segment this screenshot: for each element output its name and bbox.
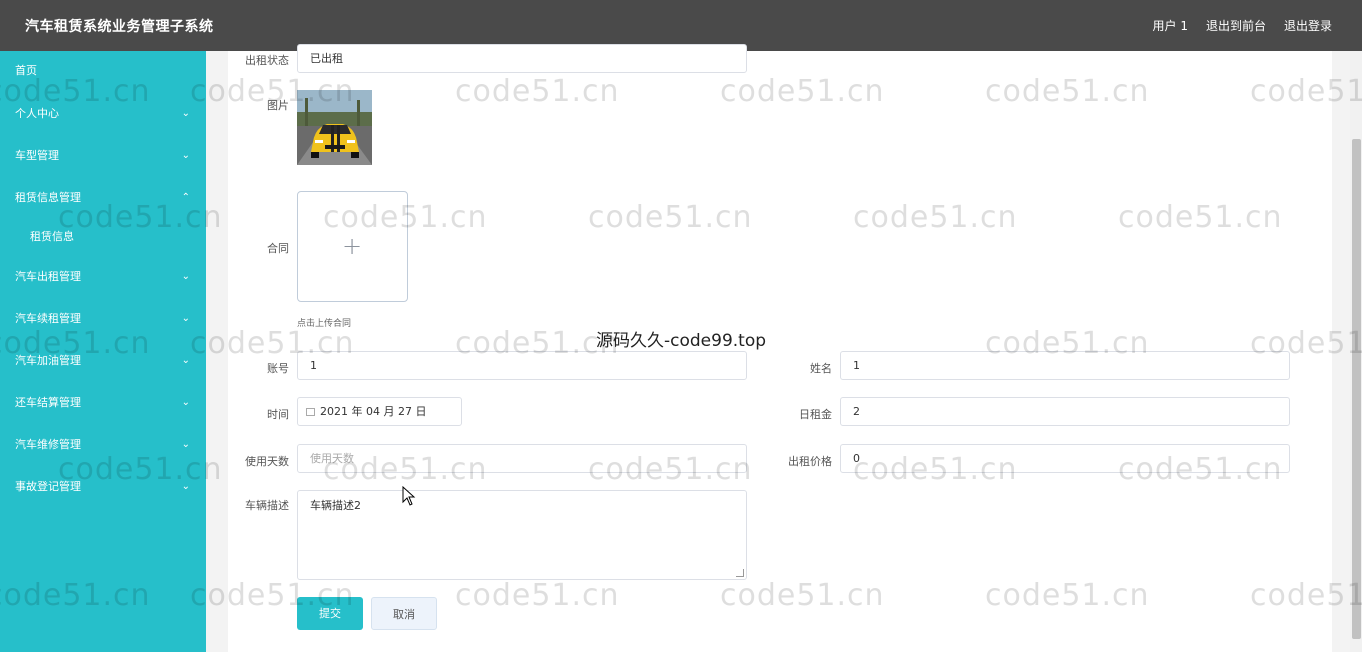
status-label: 出租状态 <box>245 54 289 67</box>
car-image <box>297 90 372 165</box>
upload-tip: 点击上传合同 <box>297 319 352 329</box>
sidebar-item-rental-info-mgmt[interactable]: 租赁信息管理 ⌃ <box>0 188 206 208</box>
exit-to-frontend-link[interactable]: 退出到前台 <box>1206 17 1266 34</box>
sidebar-item-refuel[interactable]: 汽车加油管理 ⌄ <box>0 351 206 371</box>
name-field[interactable]: 1 <box>840 351 1290 380</box>
sidebar-item-label: 车型管理 <box>15 149 59 162</box>
sidebar-item-label: 事故登记管理 <box>15 480 81 493</box>
sidebar-item-repair[interactable]: 汽车维修管理 ⌄ <box>0 435 206 455</box>
mouse-cursor-icon <box>402 486 416 506</box>
sidebar-item-car-rental[interactable]: 汽车出租管理 ⌄ <box>0 267 206 287</box>
chevron-down-icon: ⌄ <box>181 397 190 408</box>
image-label: 图片 <box>267 99 289 112</box>
desc-label: 车辆描述 <box>245 499 289 512</box>
sidebar-item-label: 租赁信息管理 <box>15 191 81 204</box>
resize-handle-icon[interactable] <box>736 569 744 577</box>
chevron-down-icon: ⌄ <box>181 355 190 366</box>
sidebar-item-label: 首页 <box>15 64 37 77</box>
sidebar-item-home[interactable]: 首页 <box>0 61 206 81</box>
sidebar-item-label: 汽车维修管理 <box>15 438 81 451</box>
sidebar-item-return-settlement[interactable]: 还车结算管理 ⌄ <box>0 393 206 413</box>
desc-textarea[interactable]: 车辆描述2 <box>297 490 747 580</box>
name-label: 姓名 <box>810 362 832 375</box>
days-label: 使用天数 <box>245 455 289 468</box>
sidebar-item-accident[interactable]: 事故登记管理 ⌄ <box>0 477 206 497</box>
price-label: 出租价格 <box>788 455 832 468</box>
time-label: 时间 <box>267 408 289 421</box>
contract-label: 合同 <box>267 242 289 255</box>
price-field[interactable]: 0 <box>840 444 1290 473</box>
vertical-scrollbar[interactable] <box>1350 51 1362 652</box>
sidebar-item-rental-info[interactable]: 租赁信息 <box>0 227 206 247</box>
chevron-down-icon: ⌄ <box>181 313 190 324</box>
days-input[interactable]: 使用天数 <box>297 444 747 473</box>
logout-link[interactable]: 退出登录 <box>1284 17 1332 34</box>
contract-upload[interactable]: + <box>297 191 408 302</box>
scrollbar-thumb[interactable] <box>1352 139 1361 639</box>
submit-button[interactable]: 提交 <box>297 597 363 630</box>
sidebar-item-label: 租赁信息 <box>30 230 74 243</box>
chevron-down-icon: ⌄ <box>181 108 190 119</box>
account-label: 账号 <box>267 362 289 375</box>
calendar-icon <box>306 408 315 416</box>
status-field[interactable]: 已出租 <box>297 44 747 73</box>
plus-icon: + <box>342 232 363 260</box>
app-title: 汽车租赁系统业务管理子系统 <box>25 19 214 35</box>
chevron-down-icon: ⌄ <box>181 150 190 161</box>
account-field[interactable]: 1 <box>297 351 747 380</box>
header-nav: 用户 1 退出到前台 退出登录 <box>1153 17 1332 34</box>
sidebar-item-rental-renewal[interactable]: 汽车续租管理 ⌄ <box>0 309 206 329</box>
daily-rent-label: 日租金 <box>799 408 832 421</box>
sidebar-item-label: 汽车加油管理 <box>15 354 81 367</box>
chevron-down-icon: ⌄ <box>181 439 190 450</box>
sidebar-item-personal-center[interactable]: 个人中心 ⌄ <box>0 104 206 124</box>
sidebar-item-label: 个人中心 <box>15 107 59 120</box>
sidebar-item-label: 汽车出租管理 <box>15 270 81 283</box>
date-value: 2021 年 04 月 27 日 <box>320 405 427 418</box>
chevron-up-icon: ⌃ <box>181 192 190 203</box>
cancel-button[interactable]: 取消 <box>371 597 437 630</box>
sidebar-item-label: 还车结算管理 <box>15 396 81 409</box>
sidebar-item-label: 汽车续租管理 <box>15 312 81 325</box>
sidebar: 首页 个人中心 ⌄ 车型管理 ⌄ 租赁信息管理 ⌃ 租赁信息 汽车出租管理 ⌄ … <box>0 51 206 652</box>
current-user-link[interactable]: 用户 1 <box>1153 17 1188 34</box>
sidebar-item-car-model[interactable]: 车型管理 ⌄ <box>0 146 206 166</box>
date-picker[interactable]: 2021 年 04 月 27 日 <box>297 397 462 426</box>
chevron-down-icon: ⌄ <box>181 481 190 492</box>
daily-rent-field[interactable]: 2 <box>840 397 1290 426</box>
desc-text: 车辆描述2 <box>310 499 361 512</box>
chevron-down-icon: ⌄ <box>181 271 190 282</box>
